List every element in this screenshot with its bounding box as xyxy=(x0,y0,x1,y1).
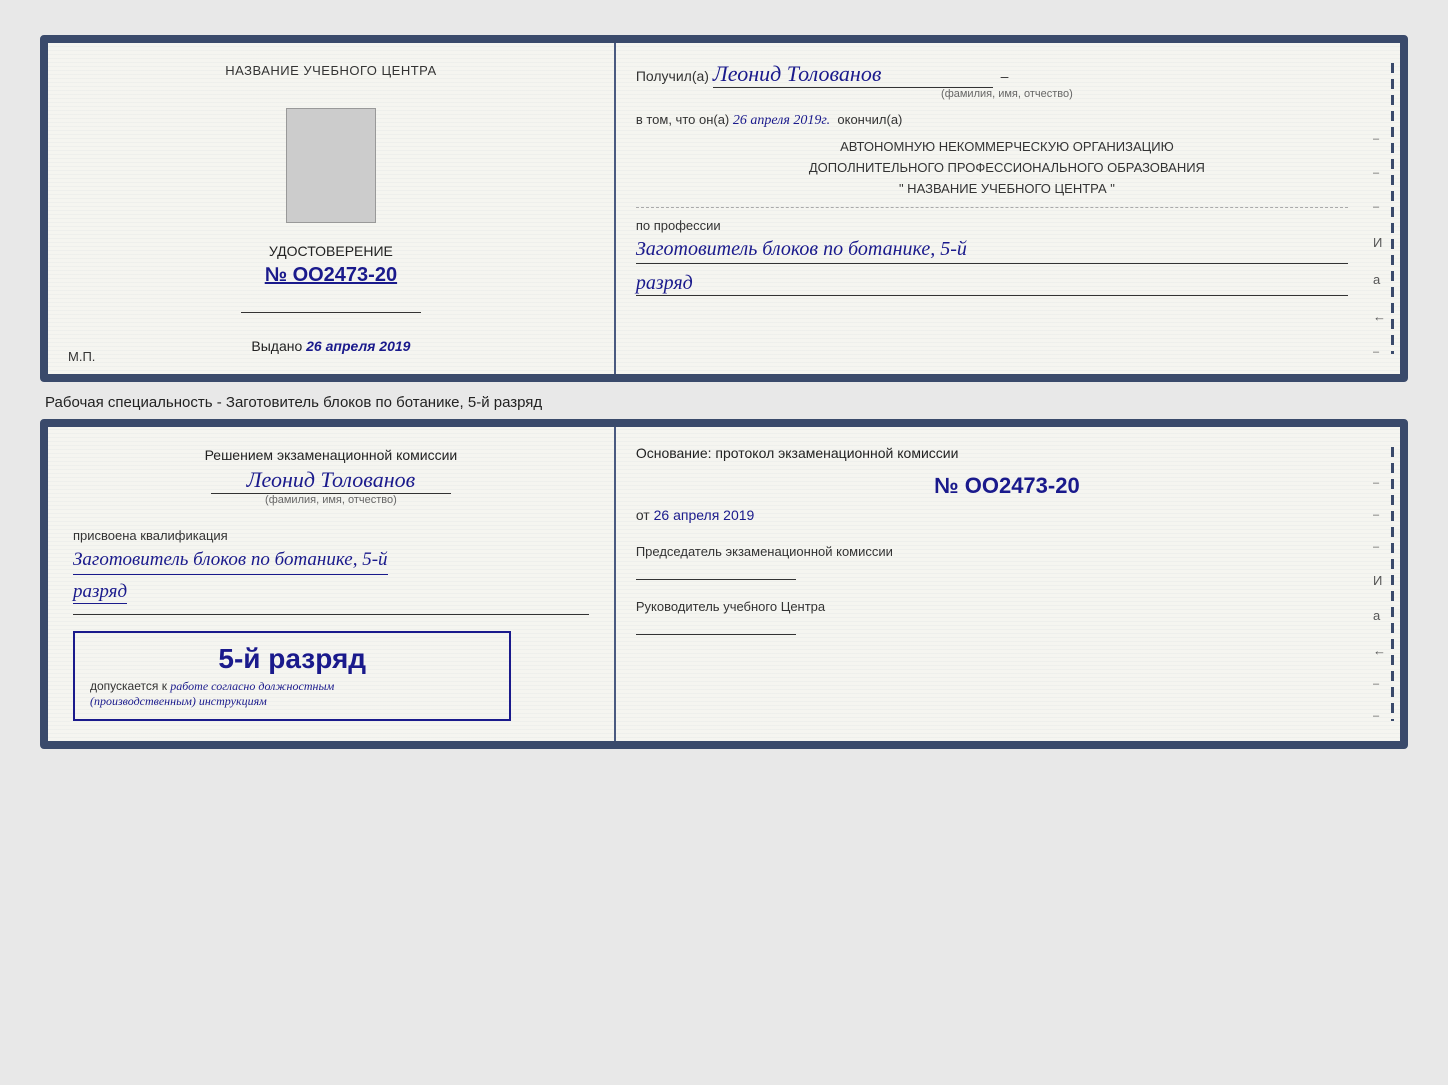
chairman-title: Председатель экзаменационной комиссии xyxy=(636,543,1378,561)
margin-letter-a: а xyxy=(1373,272,1386,287)
top-document-card: НАЗВАНИЕ УЧЕБНОГО ЦЕНТРА УДОСТОВЕРЕНИЕ №… xyxy=(40,35,1408,382)
date-value: 26 апреля 2019 xyxy=(654,507,755,523)
issued-line: Выдано 26 апреля 2019 xyxy=(251,338,410,354)
bottom-person-name: Леонид Толованов xyxy=(211,467,451,494)
top-doc-heading: НАЗВАНИЕ УЧЕБНОГО ЦЕНТРА xyxy=(225,63,436,78)
page-container: НАЗВАНИЕ УЧЕБНОГО ЦЕНТРА УДОСТОВЕРЕНИЕ №… xyxy=(20,20,1428,764)
name-subtitle-top: (фамилия, имя, отчество) xyxy=(636,88,1378,100)
qualification-value: Заготовитель блоков по ботанике, 5-й xyxy=(73,547,388,575)
margin-notes-bottom: – – – И а ← – – – xyxy=(1373,477,1386,749)
separator-text: Рабочая специальность - Заготовитель бло… xyxy=(40,382,1408,419)
name-subtitle-bottom: (фамилия, имя, отчество) xyxy=(73,494,589,506)
director-block: Руководитель учебного Центра xyxy=(636,598,1378,635)
rank-bottom: разряд xyxy=(73,581,127,604)
date-line: от 26 апреля 2019 xyxy=(636,507,1378,523)
cert-number: № OO2473-20 xyxy=(265,264,397,287)
received-block: Получил(а) Леонид Толованов – (фамилия, … xyxy=(636,61,1378,100)
margin-notes-top: – – – И а ← – – – xyxy=(1373,133,1386,382)
margin-letter-i: И xyxy=(1373,235,1386,250)
recipient-name: Леонид Толованов xyxy=(713,61,993,88)
mp-label: М.П. xyxy=(68,349,95,364)
top-doc-right: Получил(а) Леонид Толованов – (фамилия, … xyxy=(616,43,1400,374)
chairman-block: Председатель экзаменационной комиссии xyxy=(636,543,1378,580)
protocol-number: № OO2473-20 xyxy=(636,473,1378,499)
bottom-doc-right: Основание: протокол экзаменационной коми… xyxy=(616,427,1400,741)
photo-placeholder xyxy=(286,108,376,223)
stamp-rank: 5-й разряд xyxy=(90,643,494,675)
completion-date: 26 апреля 2019г. xyxy=(733,113,830,128)
top-doc-left: НАЗВАНИЕ УЧЕБНОГО ЦЕНТРА УДОСТОВЕРЕНИЕ №… xyxy=(48,43,616,374)
margin-letter-a-b: а xyxy=(1373,608,1386,623)
stamp-admit: допускается к работе согласно должностны… xyxy=(90,679,494,709)
profession-block: по профессии Заготовитель блоков по бота… xyxy=(636,218,1378,296)
stamp-box: 5-й разряд допускается к работе согласно… xyxy=(73,631,511,721)
margin-letter-i-b: И xyxy=(1373,573,1386,588)
director-signature-line xyxy=(636,634,796,635)
decision-text: Решением экзаменационной комиссии xyxy=(73,447,589,463)
cert-title: УДОСТОВЕРЕНИЕ xyxy=(269,243,393,259)
margin-arrow: ← xyxy=(1373,309,1386,324)
issued-date: 26 апреля 2019 xyxy=(306,338,410,354)
completion-block: в том, что он(а) 26 апреля 2019г. окончи… xyxy=(636,112,1378,129)
bottom-doc-left: Решением экзаменационной комиссии Леонид… xyxy=(48,427,616,741)
org-block: АВТОНОМНУЮ НЕКОММЕРЧЕСКУЮ ОРГАНИЗАЦИЮ ДО… xyxy=(636,137,1378,199)
bottom-name-block: Леонид Толованов (фамилия, имя, отчество… xyxy=(73,467,589,518)
basis-title: Основание: протокол экзаменационной коми… xyxy=(636,445,1378,461)
director-title: Руководитель учебного Центра xyxy=(636,598,1378,616)
chairman-signature-line xyxy=(636,579,796,580)
rank-value-top: разряд xyxy=(636,272,1348,296)
bottom-document-card: Решением экзаменационной комиссии Леонид… xyxy=(40,419,1408,749)
margin-arrow-b: ← xyxy=(1373,643,1386,658)
profession-value: Заготовитель блоков по ботанике, 5-й xyxy=(636,235,1348,264)
protocol-number-block: № OO2473-20 xyxy=(636,473,1378,499)
